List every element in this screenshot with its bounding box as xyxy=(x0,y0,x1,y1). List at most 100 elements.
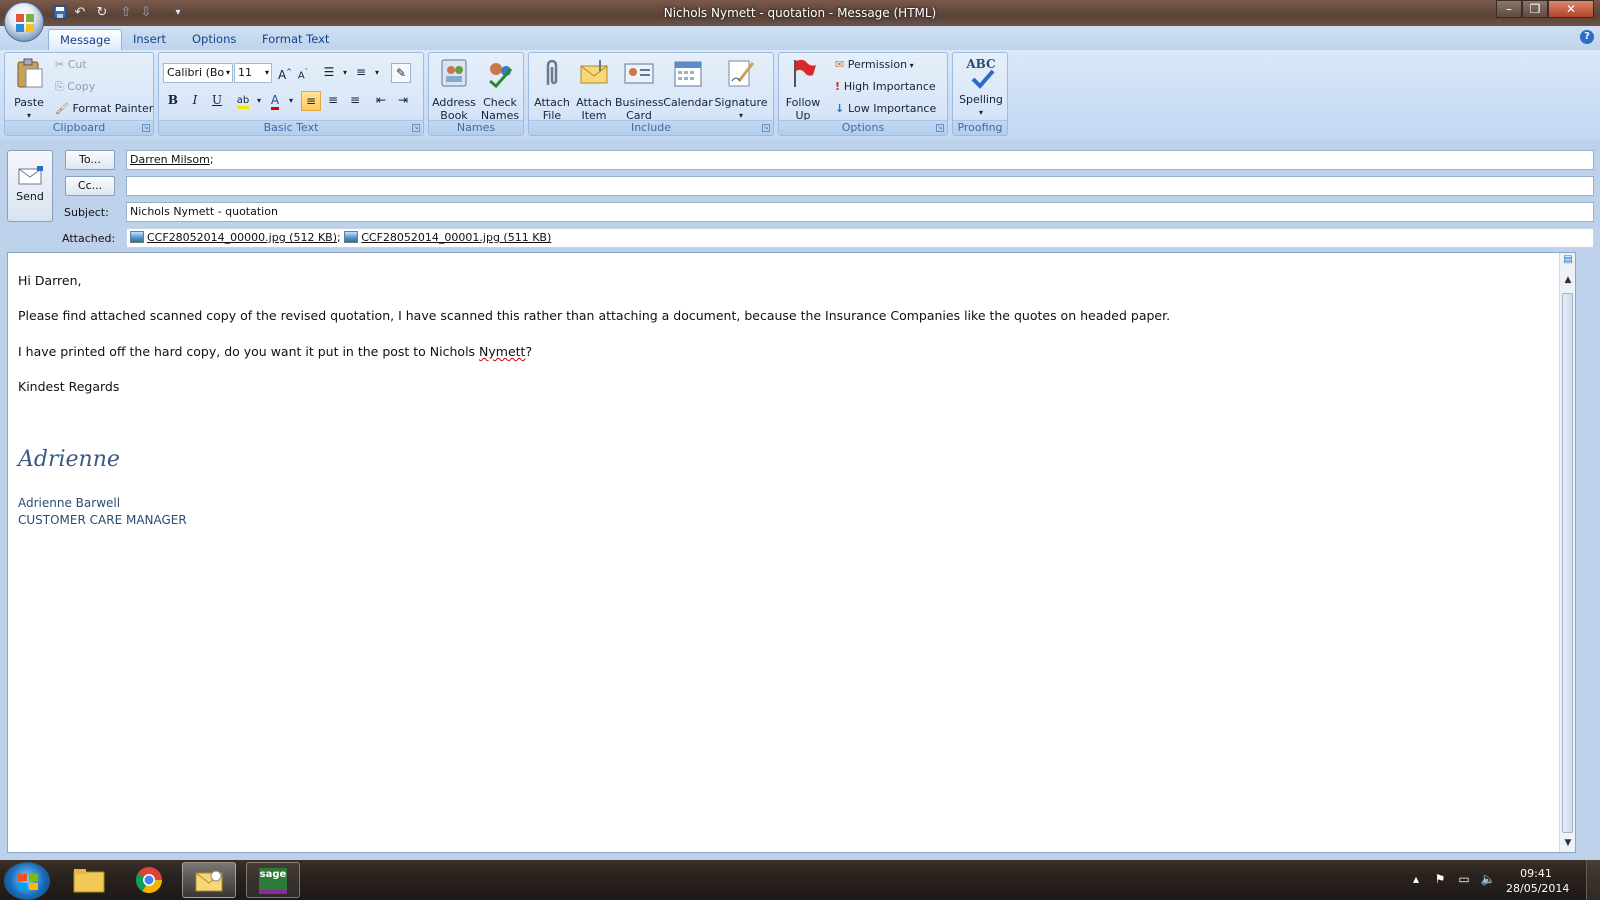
subject-field[interactable]: Nichols Nymett - quotation xyxy=(126,202,1594,222)
cut-button[interactable]: ✂ Cut xyxy=(55,55,87,75)
permission-button[interactable]: ✉ Permission ▾ xyxy=(835,55,914,75)
attachment-separator: ; xyxy=(337,231,341,244)
clipboard-group-label: Clipboard xyxy=(5,120,153,135)
font-name-combo[interactable]: Calibri (Bo ▾ xyxy=(163,63,233,83)
image-file-icon xyxy=(130,231,144,243)
chevron-down-icon: ▾ xyxy=(264,68,269,77)
scroll-down-icon[interactable]: ▼ xyxy=(1560,836,1576,850)
address-book-button[interactable]: Address Book xyxy=(431,57,477,122)
shrink-font-icon[interactable]: Aˇ xyxy=(293,63,313,83)
network-icon[interactable]: ▭ xyxy=(1456,872,1472,886)
clear-formatting-icon[interactable]: ✎ xyxy=(391,63,411,83)
paste-button[interactable]: Paste ▾ xyxy=(9,57,49,122)
spelling-button[interactable]: ABC Spelling ▾ xyxy=(955,57,1007,119)
attachments-field: CCF28052014_00000.jpg (512 KB); CCF28052… xyxy=(126,228,1594,248)
to-field[interactable]: Darren Milsom; xyxy=(126,150,1594,170)
paperclip-icon xyxy=(546,59,558,85)
minimize-button[interactable]: – xyxy=(1496,0,1522,18)
spelling-check-icon: ABC xyxy=(965,57,997,89)
tab-message[interactable]: Message xyxy=(48,29,123,50)
names-group-label: Names xyxy=(429,120,523,135)
recipient-chip[interactable]: Darren Milsom xyxy=(130,153,210,166)
redo-icon[interactable]: ↻ xyxy=(94,5,110,21)
send-label: Send xyxy=(16,190,44,203)
attachment-name: CCF28052014_00001.jpg (511 KB) xyxy=(361,231,552,244)
align-right-icon[interactable]: ≡ xyxy=(345,91,365,111)
bold-button[interactable]: B xyxy=(163,91,183,111)
ruler-toggle-icon[interactable]: ▤ xyxy=(1560,253,1576,267)
taskbar-sage[interactable]: sage xyxy=(246,862,300,898)
cc-field[interactable] xyxy=(126,176,1594,196)
cc-button[interactable]: Cc... xyxy=(65,176,115,196)
clock-date: 28/05/2014 xyxy=(1506,882,1570,895)
system-clock[interactable]: 09:41 28/05/2014 xyxy=(1506,866,1570,896)
signature-script: Adrienne xyxy=(18,447,120,472)
folder-icon xyxy=(73,869,105,893)
show-hidden-icons-icon[interactable]: ▴ xyxy=(1408,872,1424,886)
clipboard-dialog-launcher-icon[interactable]: ↘ xyxy=(142,124,150,132)
greeting-text: Hi Darren, xyxy=(18,273,82,288)
help-icon[interactable]: ? xyxy=(1580,30,1594,44)
copy-icon: ⎘ xyxy=(55,80,68,93)
high-importance-button[interactable]: ! High Importance xyxy=(835,77,936,97)
ribbon: Paste ▾ ✂ Cut ⎘ Copy 🖌 Format Painter Cl… xyxy=(0,50,1600,140)
business-card-button[interactable]: Business Card xyxy=(615,57,664,122)
scroll-up-icon[interactable]: ▲ xyxy=(1560,273,1576,287)
group-proofing: ABC Spelling ▾ Proofing xyxy=(952,52,1008,136)
align-center-icon[interactable]: ≡ xyxy=(323,91,343,111)
office-button[interactable] xyxy=(4,2,44,42)
taskbar-outlook[interactable] xyxy=(182,862,236,898)
undo-icon[interactable]: ↶ xyxy=(72,5,88,21)
tab-insert[interactable]: Insert xyxy=(122,29,177,50)
signature-label: Signature xyxy=(714,96,768,109)
send-button[interactable]: Send xyxy=(7,150,53,222)
action-center-flag-icon[interactable]: ⚑ xyxy=(1432,872,1448,886)
decrease-indent-icon[interactable]: ⇤ xyxy=(371,91,391,111)
next-item-icon[interactable]: ⇩ xyxy=(138,5,154,21)
attach-file-button[interactable]: Attach File xyxy=(531,57,573,122)
vertical-scrollbar[interactable]: ▤ ▲ ▼ xyxy=(1559,253,1575,852)
tab-format-text[interactable]: Format Text xyxy=(251,29,340,50)
maximize-button[interactable]: ❐ xyxy=(1522,0,1548,18)
show-desktop-button[interactable] xyxy=(1586,860,1600,900)
chevron-down-icon[interactable]: ▾ xyxy=(281,91,301,111)
attachment-item[interactable]: CCF28052014_00000.jpg (512 KB) xyxy=(130,231,337,244)
volume-icon[interactable]: 🔈 xyxy=(1480,872,1496,886)
low-importance-button[interactable]: ↓ Low Importance xyxy=(835,99,936,119)
attachment-item[interactable]: CCF28052014_00001.jpg (511 KB) xyxy=(344,231,551,244)
align-left-icon[interactable]: ≡ xyxy=(301,91,321,111)
chevron-down-icon[interactable]: ▾ xyxy=(367,63,387,83)
calendar-button[interactable]: Calendar xyxy=(663,57,713,109)
format-painter-button[interactable]: 🖌 Format Painter xyxy=(55,99,153,119)
basic-text-dialog-launcher-icon[interactable]: ↘ xyxy=(412,124,420,132)
to-button[interactable]: To... xyxy=(65,150,115,170)
tab-options[interactable]: Options xyxy=(181,29,247,50)
save-icon[interactable] xyxy=(52,5,68,21)
increase-indent-icon[interactable]: ⇥ xyxy=(393,91,413,111)
paste-label: Paste xyxy=(14,96,44,109)
attach-item-button[interactable]: Attach Item xyxy=(573,57,615,122)
underline-button[interactable]: U xyxy=(207,91,227,111)
window-title: Nichols Nymett - quotation - Message (HT… xyxy=(663,6,937,20)
font-size-combo[interactable]: 11 ▾ xyxy=(234,63,272,83)
copy-button[interactable]: ⎘ Copy xyxy=(55,77,95,97)
grow-font-icon[interactable]: A^ xyxy=(275,63,295,83)
attached-label: Attached: xyxy=(62,232,116,245)
paintbrush-icon: 🖌 xyxy=(55,102,73,115)
start-button[interactable] xyxy=(4,862,50,900)
calendar-icon xyxy=(674,61,702,87)
taskbar-explorer[interactable] xyxy=(62,862,116,898)
options-dialog-launcher-icon[interactable]: ↘ xyxy=(936,124,944,132)
signature-button[interactable]: Signature ▾ xyxy=(713,57,769,122)
previous-item-icon[interactable]: ⇧ xyxy=(118,5,134,21)
misspelled-word[interactable]: Nymett xyxy=(479,344,525,359)
scrollbar-thumb[interactable] xyxy=(1562,293,1573,833)
italic-button[interactable]: I xyxy=(185,91,205,111)
check-names-button[interactable]: Check Names xyxy=(477,57,523,122)
include-dialog-launcher-icon[interactable]: ↘ xyxy=(762,124,770,132)
taskbar-chrome[interactable] xyxy=(122,862,176,898)
close-button[interactable]: ✕ xyxy=(1548,0,1594,18)
message-body[interactable]: Hi Darren, Please find attached scanned … xyxy=(7,252,1576,853)
group-clipboard: Paste ▾ ✂ Cut ⎘ Copy 🖌 Format Painter Cl… xyxy=(4,52,154,136)
customize-qat-icon[interactable]: ▾ xyxy=(170,5,186,21)
